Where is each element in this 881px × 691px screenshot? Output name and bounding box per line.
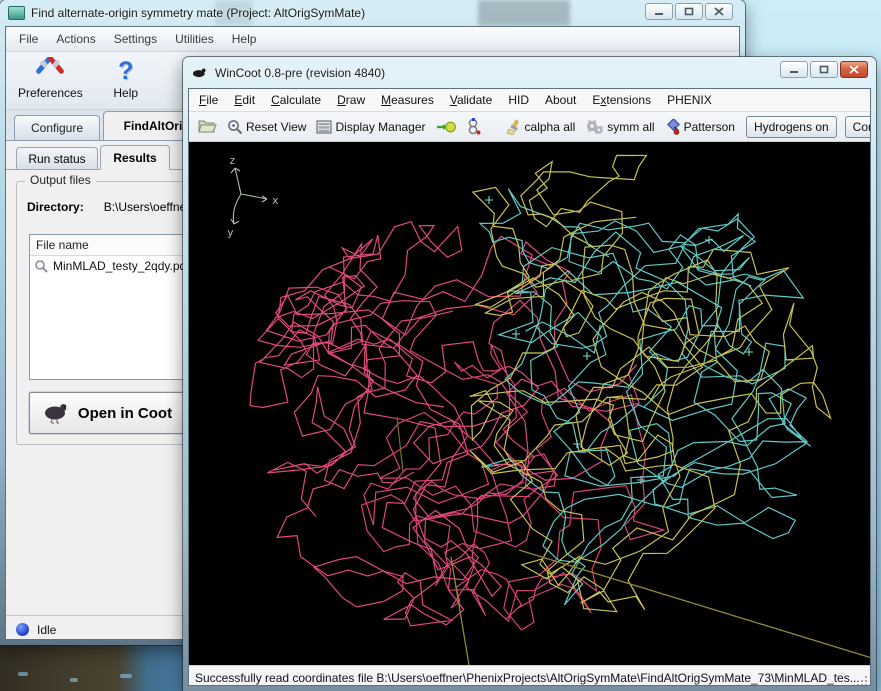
help-button[interactable]: ? Help (91, 54, 161, 102)
patterson-icon (665, 119, 681, 135)
help-icon: ? (118, 56, 133, 86)
phenix-window-controls (645, 3, 733, 20)
calpha-all-button[interactable]: calpha all (503, 119, 579, 135)
patterson-button[interactable]: Patterson (662, 119, 738, 135)
tab-run-status[interactable]: Run status (16, 147, 98, 169)
molecule-icon (466, 118, 482, 135)
wincoot-statusbar: Successfully read coordinates file B:\Us… (189, 665, 870, 686)
molecule-wireframe: z x y (189, 142, 871, 665)
display-manager-label: Display Manager (335, 120, 425, 134)
hydrogens-toggle-button[interactable]: Hydrogens on (746, 116, 837, 138)
menu-settings[interactable]: Settings (105, 29, 166, 49)
patterson-label: Patterson (684, 120, 735, 134)
open-in-coot-button[interactable]: Open in Coot (29, 392, 185, 434)
menu-phenix[interactable]: PHENIX (659, 91, 720, 109)
ca-trace-chains (250, 155, 871, 665)
open-file-button[interactable] (195, 119, 220, 134)
recentre-button[interactable] (433, 120, 459, 134)
menu-file[interactable]: File (191, 91, 226, 109)
menu-validate[interactable]: Validate (442, 91, 501, 109)
gears-icon (585, 119, 604, 135)
close-button[interactable] (705, 3, 733, 20)
magnifier-icon (227, 119, 243, 135)
directory-row: Directory: B:\Users\oeffne (27, 200, 186, 214)
display-manager-icon (316, 120, 332, 134)
axis-y-label: y (227, 226, 234, 239)
wincoot-window-controls (780, 61, 868, 78)
wincoot-titlebar[interactable]: WinCoot 0.8-pre (revision 4840) (183, 57, 876, 88)
wincoot-status-text: Successfully read coordinates file B:\Us… (195, 671, 860, 685)
wincoot-window-title: WinCoot 0.8-pre (revision 4840) (215, 66, 385, 80)
phenix-app-icon (8, 6, 25, 20)
wincoot-menubar: File Edit Calculate Draw Measures Valida… (189, 89, 870, 112)
wallpaper-glass-shadow (215, 0, 253, 26)
wallpaper-detail (120, 674, 132, 678)
menu-calculate[interactable]: Calculate (263, 91, 329, 109)
minimize-button[interactable] (780, 61, 808, 78)
coot-3d-viewport[interactable]: z x y (189, 142, 871, 665)
desktop: { "phenix": { "title": "Find alternate-o… (0, 0, 881, 691)
reset-view-label: Reset View (246, 120, 306, 134)
status-dot-icon (16, 623, 29, 636)
molecule-button[interactable] (463, 118, 485, 135)
menu-draw[interactable]: Draw (329, 91, 373, 109)
reset-view-button[interactable]: Reset View (224, 119, 309, 135)
axis-z-label: z (229, 154, 236, 167)
wincoot-toolbar: Reset View Display Manager (189, 112, 870, 142)
coot-bird-icon (42, 401, 72, 425)
output-files-label: Output files (25, 173, 96, 187)
tab-results[interactable]: Results (100, 145, 170, 170)
menu-utilities[interactable]: Utilities (166, 29, 223, 49)
phenix-status-text: Idle (37, 623, 56, 637)
wincoot-window-body: File Edit Calculate Draw Measures Valida… (188, 88, 871, 686)
directory-value: B:\Users\oeffne (104, 200, 187, 214)
minimize-button[interactable] (645, 3, 673, 20)
phenix-menubar: File Actions Settings Utilities Help (6, 27, 739, 52)
menu-edit[interactable]: Edit (226, 91, 263, 109)
tab-configure[interactable]: Configure (14, 115, 100, 140)
wallpaper-detail (18, 672, 28, 676)
preferences-button[interactable]: Preferences (10, 54, 91, 102)
menu-measures[interactable]: Measures (373, 91, 442, 109)
display-manager-button[interactable]: Display Manager (313, 120, 428, 134)
menu-help[interactable]: Help (223, 29, 266, 49)
menu-extensions[interactable]: Extensions (584, 91, 659, 109)
resize-grip[interactable] (857, 676, 868, 686)
magnifier-icon (34, 259, 49, 273)
preferences-label: Preferences (18, 86, 83, 100)
coot-bird-icon (191, 66, 209, 80)
wallpaper-detail (70, 678, 78, 682)
phenix-titlebar[interactable]: Find alternate-origin symmetry mate (Pro… (0, 0, 745, 26)
help-label: Help (113, 86, 138, 100)
menu-about[interactable]: About (537, 91, 584, 109)
file-name: MinMLAD_testy_2qdy.pdb (53, 259, 193, 273)
menu-hid[interactable]: HID (500, 91, 537, 109)
phenix-window-title: Find alternate-origin symmetry mate (Pro… (31, 6, 365, 20)
directory-label: Directory: (27, 200, 84, 214)
symm-all-button[interactable]: symm all (582, 119, 657, 135)
phenix-connection-button[interactable]: Connected to PHENIX (845, 116, 871, 138)
brush-icon (506, 119, 522, 135)
tools-icon (35, 56, 65, 86)
symm-all-label: symm all (607, 120, 654, 134)
wincoot-window: WinCoot 0.8-pre (revision 4840) File Edi… (183, 57, 876, 691)
restore-button[interactable] (810, 61, 838, 78)
wallpaper-glass-shadow (478, 0, 570, 26)
arrow-ball-icon (436, 120, 456, 134)
calpha-all-label: calpha all (525, 120, 576, 134)
axis-x-label: x (272, 194, 279, 207)
menu-file[interactable]: File (10, 29, 47, 49)
menu-actions[interactable]: Actions (47, 29, 104, 49)
close-button[interactable] (840, 61, 868, 78)
folder-icon (198, 119, 217, 134)
open-in-coot-label: Open in Coot (78, 405, 172, 422)
maximize-button[interactable] (675, 3, 703, 20)
axes-gizmo (231, 168, 267, 224)
